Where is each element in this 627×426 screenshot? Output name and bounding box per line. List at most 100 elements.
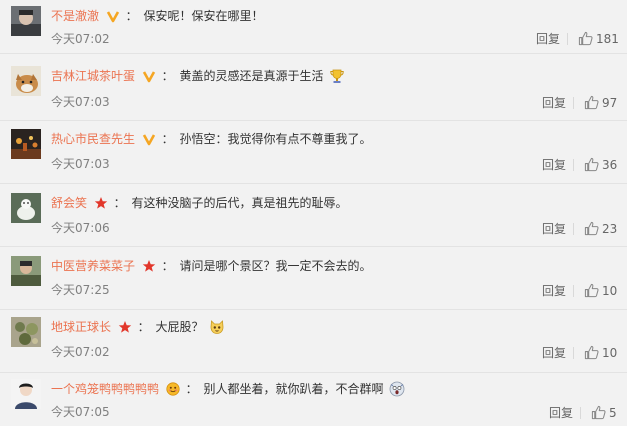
- comment-text: 孙悟空：我觉得你有点不尊重我了。: [179, 132, 372, 146]
- reply-button[interactable]: 回复: [542, 221, 566, 237]
- comment-text: 大屁股？: [155, 320, 204, 334]
- colon-separator: ：: [161, 132, 174, 146]
- action-divider: [573, 159, 574, 171]
- colon-separator: ：: [113, 196, 126, 210]
- comment-line: 中医营养菜菜子 ： 请问是哪个景区？我一定不会去的。: [51, 256, 372, 276]
- comment-item: 地球正球长 ： 大屁股？ 今天07:02 回复 10: [0, 317, 627, 373]
- username-link[interactable]: 热心市民查先生: [51, 132, 135, 146]
- comment-line: 吉林江城茶叶蛋 ： 黄盖的灵感还是真源于生活: [51, 66, 345, 86]
- like-count: 10: [602, 346, 618, 360]
- colon-separator: ：: [185, 382, 198, 396]
- reply-button[interactable]: 回复: [542, 345, 566, 361]
- verified-badge-icon[interactable]: [142, 132, 156, 146]
- comment-item: 不是澈澈 ： 保安呢！保安在哪里！ 今天07:02 回复 181: [0, 6, 627, 54]
- comment-item: 中医营养菜菜子 ： 请问是哪个景区？我一定不会去的。 今天07:25 回复 10: [0, 256, 627, 310]
- action-divider: [573, 97, 574, 109]
- reply-button[interactable]: 回复: [549, 405, 573, 421]
- divider: [0, 183, 627, 184]
- comment-item: 一个鸡笼鸭鸭鸭鸭鸭 ： 别人都坐着，就你趴着，不合群啊 今天07:05 回复 5: [0, 379, 627, 426]
- avatar[interactable]: [11, 379, 41, 409]
- divider: [0, 309, 627, 310]
- comment-line: 不是澈澈 ： 保安呢！保安在哪里！: [51, 6, 264, 26]
- action-divider: [580, 407, 581, 419]
- thumbs-up-icon: [584, 95, 599, 110]
- avatar[interactable]: [11, 193, 41, 223]
- scared-face-emoji-icon: [389, 381, 405, 397]
- comment-time: 今天07:03: [51, 157, 110, 171]
- thumbs-up-icon: [584, 157, 599, 172]
- action-divider: [573, 285, 574, 297]
- comment-time: 今天07:02: [51, 345, 110, 359]
- comment-time: 今天07:03: [51, 95, 110, 109]
- username-link[interactable]: 舒会笑: [51, 196, 87, 210]
- thumbs-up-icon: [584, 283, 599, 298]
- verified-badge-icon[interactable]: [142, 69, 156, 83]
- colon-separator: ：: [161, 69, 174, 83]
- divider: [0, 120, 627, 121]
- username-link[interactable]: 不是澈澈: [51, 9, 99, 23]
- colon-separator: ：: [137, 320, 150, 334]
- username-link[interactable]: 一个鸡笼鸭鸭鸭鸭鸭: [51, 382, 159, 396]
- cat-face-emoji-icon: [209, 319, 225, 335]
- star-badge-icon[interactable]: [118, 320, 132, 334]
- comment-text: 请问是哪个景区？我一定不会去的。: [179, 259, 372, 273]
- like-count: 5: [609, 406, 617, 420]
- verified-badge-icon[interactable]: [106, 9, 120, 23]
- reply-button[interactable]: 回复: [542, 283, 566, 299]
- username-link[interactable]: 吉林江城茶叶蛋: [51, 69, 135, 83]
- comment-item: 吉林江城茶叶蛋 ： 黄盖的灵感还是真源于生活 今天07:03 回复 97: [0, 66, 627, 121]
- avatar[interactable]: [11, 6, 41, 36]
- avatar[interactable]: [11, 129, 41, 159]
- divider: [0, 372, 627, 373]
- comment-text: 别人都坐着，就你趴着，不合群啊: [203, 382, 384, 396]
- avatar[interactable]: [11, 317, 41, 347]
- thumbs-up-icon: [578, 31, 593, 46]
- comment-time: 今天07:05: [51, 405, 110, 419]
- thumbs-up-icon: [591, 405, 606, 420]
- action-divider: [573, 347, 574, 359]
- comment-text: 黄盖的灵感还是真源于生活: [179, 69, 324, 83]
- colon-separator: ：: [125, 9, 138, 23]
- star-badge-icon[interactable]: [94, 196, 108, 210]
- reply-button[interactable]: 回复: [536, 31, 560, 47]
- thumbs-up-icon: [584, 221, 599, 236]
- like-button[interactable]: 10: [584, 344, 617, 362]
- comment-text: 有这种没脑子的后代，真是祖先的耻辱。: [131, 196, 348, 210]
- like-count: 97: [602, 96, 618, 110]
- star-badge-icon[interactable]: [142, 259, 156, 273]
- like-button[interactable]: 36: [584, 156, 617, 174]
- comment-line: 一个鸡笼鸭鸭鸭鸭鸭 ： 别人都坐着，就你趴着，不合群啊: [51, 379, 405, 399]
- like-count: 36: [602, 158, 618, 172]
- reply-button[interactable]: 回复: [542, 95, 566, 111]
- divider: [0, 246, 627, 247]
- comment-line: 舒会笑 ： 有这种没脑子的后代，真是祖先的耻辱。: [51, 193, 348, 213]
- like-count: 23: [602, 222, 618, 236]
- comment-item: 舒会笑 ： 有这种没脑子的后代，真是祖先的耻辱。 今天07:06 回复 23: [0, 193, 627, 247]
- action-divider: [573, 223, 574, 235]
- action-divider: [567, 33, 568, 45]
- colon-separator: ：: [161, 259, 174, 273]
- comment-time: 今天07:06: [51, 221, 110, 235]
- username-link[interactable]: 中医营养菜菜子: [51, 259, 135, 273]
- like-count: 10: [602, 284, 618, 298]
- comment-time: 今天07:25: [51, 283, 110, 297]
- comment-item: 热心市民查先生 ： 孙悟空：我觉得你有点不尊重我了。 今天07:03 回复 36: [0, 129, 627, 184]
- avatar[interactable]: [11, 66, 41, 96]
- like-button[interactable]: 23: [584, 220, 617, 238]
- reply-button[interactable]: 回复: [542, 157, 566, 173]
- thumbs-up-icon: [584, 345, 599, 360]
- comment-text: 保安呢！保安在哪里！: [143, 9, 264, 23]
- comment-line: 热心市民查先生 ： 孙悟空：我觉得你有点不尊重我了。: [51, 129, 372, 149]
- like-button[interactable]: 10: [584, 282, 617, 300]
- like-button[interactable]: 97: [584, 94, 617, 112]
- comment-list: 不是澈澈 ： 保安呢！保安在哪里！ 今天07:02 回复 181 吉林江城茶叶蛋…: [0, 0, 627, 426]
- comment-line: 地球正球长 ： 大屁股？: [51, 317, 225, 337]
- username-link[interactable]: 地球正球长: [51, 320, 111, 334]
- comment-time: 今天07:02: [51, 32, 110, 46]
- divider: [0, 53, 627, 54]
- avatar[interactable]: [11, 256, 41, 286]
- like-button[interactable]: 181: [578, 30, 619, 48]
- trophy-emoji-icon: [329, 68, 345, 84]
- member-face-badge-icon[interactable]: [166, 382, 180, 396]
- like-button[interactable]: 5: [591, 404, 617, 422]
